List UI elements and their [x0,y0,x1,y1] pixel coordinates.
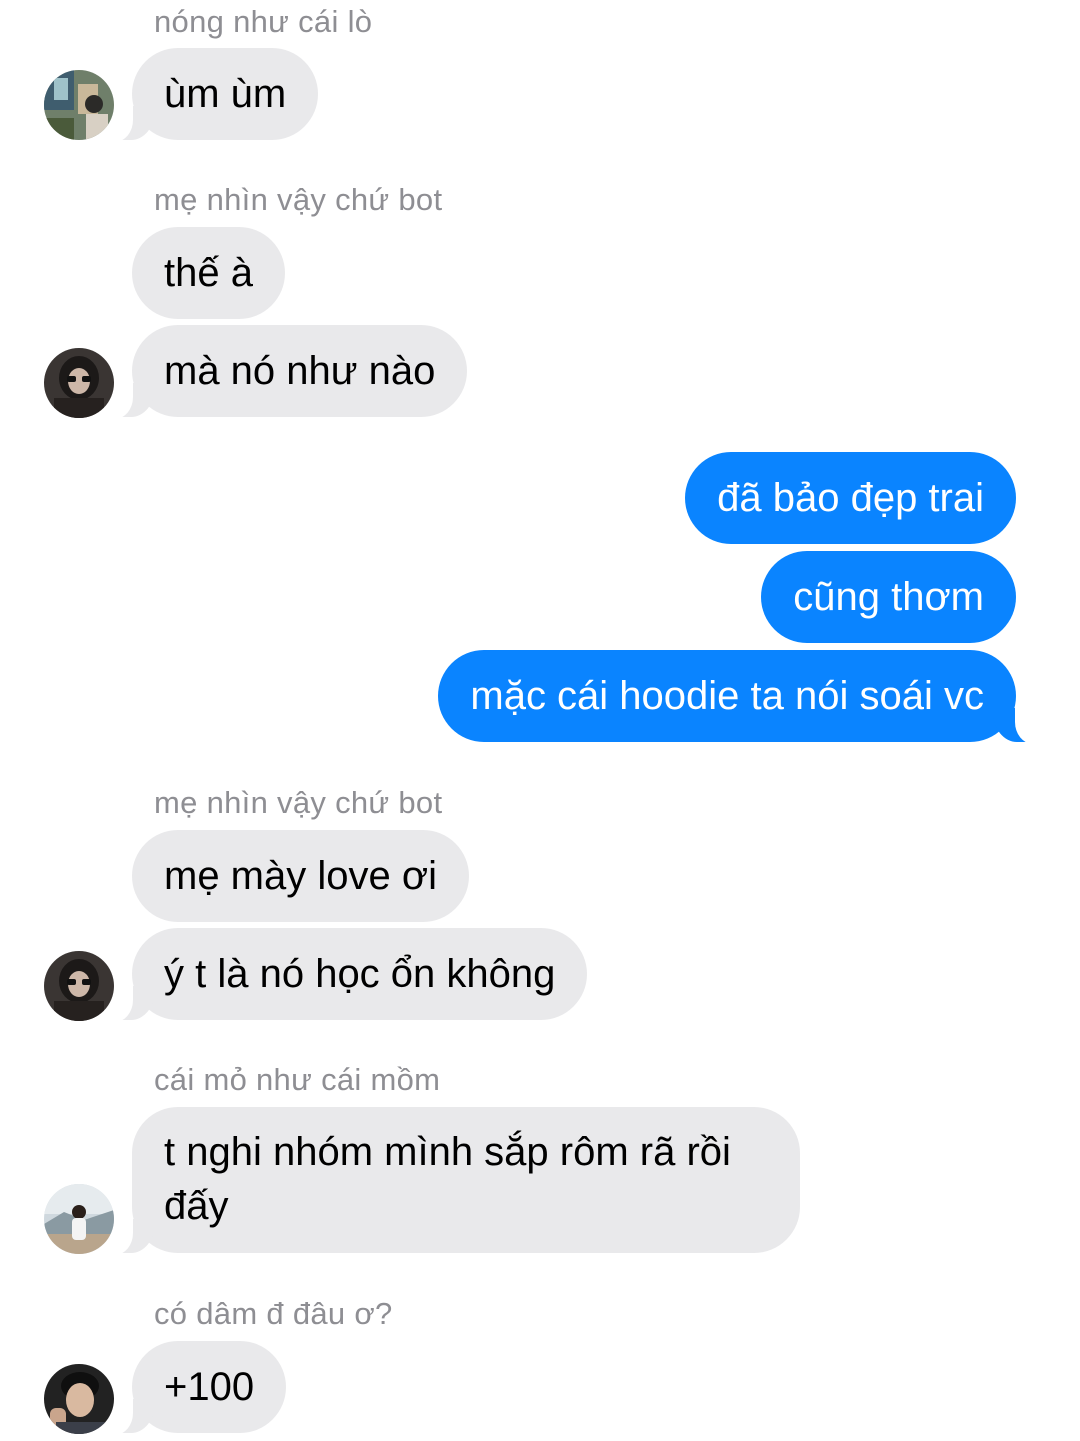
sender-name: có dâm đ đâu ơ? [154,1296,393,1331]
message-bubble-incoming[interactable]: mẹ mày love ơi [132,830,469,922]
message-bubble-outgoing[interactable]: đã bảo đẹp trai [685,452,1016,544]
sender-avatar[interactable] [44,1364,114,1434]
message-text: đã bảo đẹp trai [717,476,984,520]
message-bubble-incoming[interactable]: t nghi nhóm mình sắp rôm rã rồi đấy [103,1107,800,1255]
avatar-photo-icon [44,1364,114,1434]
message-text: ý t là nó học ổn không [164,952,556,996]
bubble-tail [103,106,155,142]
avatar-photo-icon [44,951,114,1021]
sender-avatar[interactable] [44,951,114,1021]
message-bubble-incoming[interactable]: thế à [132,227,285,319]
message-bubble-outgoing[interactable]: mặc cái hoodie ta nói soái vc [438,650,1045,744]
message-text: thế à [164,251,253,295]
message-text: mặc cái hoodie ta nói soái vc [470,674,984,718]
avatar-photo-icon [44,70,114,140]
bubble-tail [103,1399,155,1435]
sender-name: nóng như cái lò [154,4,373,39]
message-text: cũng thơm [793,575,984,619]
message-bubble-incoming[interactable]: mà nó như nào [103,325,468,419]
message-text: +100 [164,1365,255,1409]
bubble-tail [103,986,155,1022]
bubble-tail [993,708,1045,744]
bubble-tail [103,383,155,419]
sender-name: cái mỏ như cái mồm [154,1062,441,1097]
message-bubble-outgoing[interactable]: cũng thơm [761,551,1016,643]
avatar-photo-icon [44,348,114,418]
message-bubble-incoming[interactable]: ùm ùm [103,48,319,142]
message-text: ùm ùm [164,72,287,116]
sender-avatar[interactable] [44,1184,114,1254]
sender-name: mẹ nhìn vậy chứ bot [154,785,443,820]
message-text: mẹ mày love ơi [164,854,437,898]
avatar-photo-icon [44,1184,114,1254]
sender-avatar[interactable] [44,348,114,418]
bubble-tail [103,1219,155,1255]
sender-name: mẹ nhìn vậy chứ bot [154,182,443,217]
sender-avatar[interactable] [44,70,114,140]
message-bubble-incoming[interactable]: ý t là nó học ổn không [103,928,588,1022]
message-text: t nghi nhóm mình sắp rôm rã rồi đấy [164,1130,731,1228]
message-bubble-incoming[interactable]: +100 [103,1341,287,1435]
message-text: mà nó như nào [164,349,436,393]
